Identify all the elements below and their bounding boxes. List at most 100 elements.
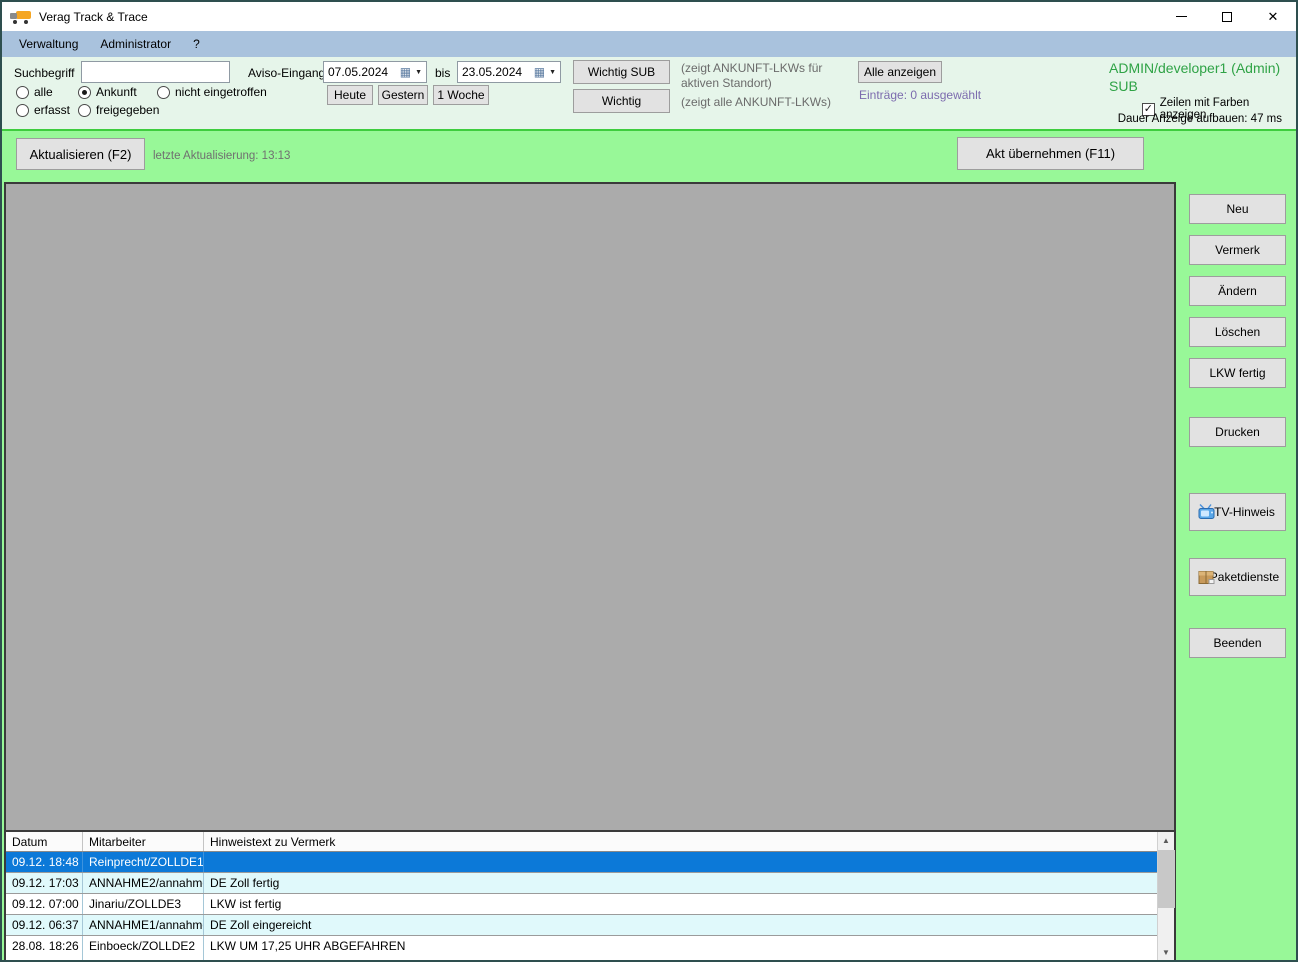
aviso-eingang-label: Aviso-Eingang bbox=[248, 66, 326, 80]
cell-datum: 09.12. 17:03 bbox=[6, 873, 83, 893]
radio-nicht-eingetroffen-label: nicht eingetroffen bbox=[175, 85, 267, 99]
wichtig-note: (zeigt alle ANKUNFT-LKWs) bbox=[681, 95, 832, 109]
neu-button[interactable]: Neu bbox=[1189, 194, 1286, 224]
table-header-row: Datum Mitarbeiter Hinweistext zu Vermerk bbox=[6, 832, 1157, 852]
table-row[interactable]: 09.12. 17:03 ANNAHME2/annahme2 DE Zoll f… bbox=[6, 873, 1157, 894]
table-row[interactable]: 09.12. 06:37 ANNAHME1/annahme1 DE Zoll e… bbox=[6, 915, 1157, 936]
drucken-button[interactable]: Drucken bbox=[1189, 417, 1286, 447]
close-icon: ✕ bbox=[1267, 9, 1279, 24]
cell-mitarbeiter: ANNAHME2/annahme2 bbox=[83, 873, 204, 893]
radio-erfasst[interactable]: erfasst bbox=[16, 103, 70, 117]
alle-anzeigen-button[interactable]: Alle anzeigen bbox=[858, 61, 942, 83]
scrollbar-thumb[interactable] bbox=[1157, 850, 1175, 908]
tv-hinweis-button[interactable]: TV-Hinweis bbox=[1189, 493, 1286, 531]
filter-panel: Suchbegriff alle Ankunft nicht eingetrof… bbox=[2, 57, 1296, 129]
radio-erfasst-circle bbox=[16, 103, 29, 117]
akt-uebernehmen-button[interactable]: Akt übernehmen (F11) bbox=[957, 137, 1144, 170]
radio-nicht-eingetroffen-circle bbox=[157, 85, 170, 99]
minimize-icon bbox=[1175, 16, 1187, 17]
table-scrollbar[interactable]: ▲ ▼ bbox=[1157, 832, 1175, 960]
render-duration-text: Dauer Anzeige aufbauen: 47 ms bbox=[1117, 113, 1282, 125]
truck-app-icon bbox=[10, 10, 32, 24]
command-bar: Aktualisieren (F2) letzte Aktualisierung… bbox=[2, 129, 1296, 182]
chevron-down-icon[interactable]: ▼ bbox=[415, 69, 422, 76]
col-header-mitarbeiter[interactable]: Mitarbeiter bbox=[83, 832, 204, 851]
cell-datum: 09.12. 07:00 bbox=[6, 894, 83, 914]
minimize-button[interactable] bbox=[1158, 2, 1204, 31]
package-icon bbox=[1198, 569, 1218, 586]
entries-status: Einträge: 0 ausgewählt bbox=[859, 88, 982, 102]
date-to-value: 23.05.2024 bbox=[462, 65, 523, 79]
radio-nicht-eingetroffen[interactable]: nicht eingetroffen bbox=[157, 85, 267, 99]
cell-hinweis: LKW UM 17,25 UHR ABGEFAHREN bbox=[210, 939, 406, 953]
calendar-icon: ▦ bbox=[399, 65, 412, 79]
cell-mitarbeiter: Einboeck/ZOLLDE2 bbox=[83, 936, 204, 960]
cell-mitarbeiter: Reinprecht/ZOLLDE1 bbox=[83, 852, 204, 872]
radio-ankunft[interactable]: Ankunft bbox=[78, 85, 137, 99]
menu-verwaltung[interactable]: Verwaltung bbox=[8, 33, 89, 55]
chevron-down-icon[interactable]: ▼ bbox=[549, 69, 556, 76]
radio-alle-circle bbox=[16, 85, 29, 99]
date-from-value: 07.05.2024 bbox=[328, 65, 389, 79]
cell-mitarbeiter: Jinariu/ZOLLDE3 bbox=[83, 894, 204, 914]
cell-hinweis: DE Zoll eingereicht bbox=[210, 918, 312, 932]
wichtig-button[interactable]: Wichtig bbox=[573, 89, 670, 113]
cell-datum: 28.08. 18:26 bbox=[6, 936, 83, 960]
lkw-fertig-button[interactable]: LKW fertig bbox=[1189, 358, 1286, 388]
menu-bar: Verwaltung Administrator ? bbox=[2, 31, 1296, 57]
last-refresh-text: letzte Aktualisierung: 13:13 bbox=[153, 150, 291, 162]
truck-list-area[interactable] bbox=[6, 184, 1174, 830]
loeschen-button[interactable]: Löschen bbox=[1189, 317, 1286, 347]
scroll-up-icon[interactable]: ▲ bbox=[1158, 832, 1175, 848]
gestern-button[interactable]: Gestern bbox=[378, 85, 428, 105]
search-label: Suchbegriff bbox=[14, 66, 75, 80]
menu-help[interactable]: ? bbox=[182, 33, 211, 55]
cell-mitarbeiter: ANNAHME1/annahme1 bbox=[83, 915, 204, 935]
user-info: ADMIN/developer1 (Admin) SUB bbox=[1109, 59, 1280, 95]
date-from-picker[interactable]: 07.05.2024 ▦ ▼ bbox=[323, 61, 427, 83]
title-bar: Verag Track & Trace ✕ bbox=[2, 2, 1296, 31]
table-row[interactable]: 28.08. 18:26 Einboeck/ZOLLDE2 LKW UM 17,… bbox=[6, 936, 1157, 960]
cell-datum: 09.12. 18:48 bbox=[6, 852, 83, 872]
radio-erfasst-label: erfasst bbox=[34, 103, 71, 117]
radio-freigegeben-circle bbox=[78, 103, 91, 117]
radio-freigegeben[interactable]: freigegeben bbox=[78, 103, 159, 117]
heute-button[interactable]: Heute bbox=[327, 85, 373, 105]
window-title: Verag Track & Trace bbox=[39, 9, 148, 24]
table-row[interactable]: 09.12. 07:00 Jinariu/ZOLLDE3 LKW ist fer… bbox=[6, 894, 1157, 915]
close-button[interactable]: ✕ bbox=[1250, 2, 1296, 31]
col-header-datum[interactable]: Datum bbox=[6, 832, 83, 851]
search-input[interactable] bbox=[81, 61, 230, 83]
aktualisieren-button[interactable]: Aktualisieren (F2) bbox=[16, 138, 145, 170]
beenden-button[interactable]: Beenden bbox=[1189, 628, 1286, 658]
date-to-picker[interactable]: 23.05.2024 ▦ ▼ bbox=[457, 61, 561, 83]
cell-hinweis: LKW ist fertig bbox=[210, 897, 282, 911]
radio-alle-label: alle bbox=[34, 85, 53, 99]
radio-ankunft-label: Ankunft bbox=[96, 85, 137, 99]
main-region: Datum Mitarbeiter Hinweistext zu Vermerk… bbox=[2, 182, 1296, 960]
action-sidebar: Neu Vermerk Ändern Löschen LKW fertig Dr… bbox=[1176, 182, 1296, 960]
wichtig-sub-button[interactable]: Wichtig SUB bbox=[573, 60, 670, 84]
radio-freigegeben-label: freigegeben bbox=[96, 103, 160, 117]
wichtig-sub-note: (zeigt ANKUNFT-LKWs für aktiven Standort… bbox=[681, 61, 823, 90]
content-block: Datum Mitarbeiter Hinweistext zu Vermerk… bbox=[4, 182, 1176, 960]
scroll-down-icon[interactable]: ▼ bbox=[1158, 944, 1175, 960]
maximize-icon bbox=[1222, 11, 1232, 22]
cell-hinweis bbox=[204, 852, 1157, 872]
paketdienste-button[interactable]: Paketdienste bbox=[1189, 558, 1286, 596]
vermerk-button[interactable]: Vermerk bbox=[1189, 235, 1286, 265]
table-row[interactable]: 09.12. 18:48 Reinprecht/ZOLLDE1 bbox=[6, 852, 1157, 873]
user-line1: ADMIN/developer1 (Admin) bbox=[1109, 60, 1281, 76]
cell-datum: 09.12. 06:37 bbox=[6, 915, 83, 935]
cell-hinweis: DE Zoll fertig bbox=[210, 876, 280, 890]
eine-woche-button[interactable]: 1 Woche bbox=[433, 85, 489, 105]
scrollbar-track[interactable] bbox=[1157, 848, 1175, 944]
aendern-button[interactable]: Ändern bbox=[1189, 276, 1286, 306]
radio-alle[interactable]: alle bbox=[16, 85, 53, 99]
maximize-button[interactable] bbox=[1204, 2, 1250, 31]
col-header-hinweis[interactable]: Hinweistext zu Vermerk bbox=[204, 832, 1157, 851]
menu-administrator[interactable]: Administrator bbox=[89, 33, 182, 55]
calendar-icon: ▦ bbox=[533, 65, 546, 79]
user-line2: SUB bbox=[1109, 78, 1138, 95]
app-window: Verag Track & Trace ✕ Verwaltung Adminis… bbox=[0, 0, 1298, 962]
